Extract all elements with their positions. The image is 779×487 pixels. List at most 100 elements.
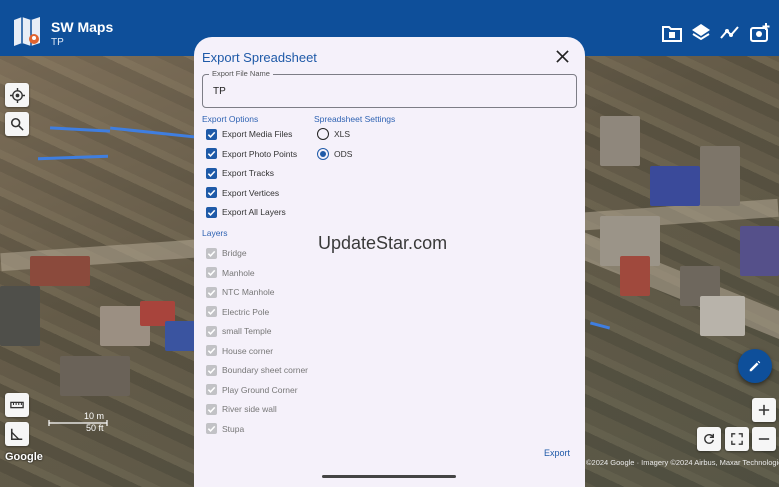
- format-radio-ods[interactable]: ODS: [317, 147, 352, 161]
- track-line: [37, 154, 109, 161]
- checkbox-disabled: [206, 403, 217, 415]
- gps-icon: [9, 87, 25, 103]
- checkbox[interactable]: [206, 206, 217, 218]
- map-building: [620, 256, 650, 296]
- app-subtitle: TP: [51, 37, 64, 48]
- option-label: Export Photo Points: [222, 148, 298, 159]
- close-button[interactable]: [552, 46, 572, 66]
- map-building: [700, 146, 740, 206]
- layer-checkbox: Manhole: [206, 266, 255, 280]
- option-label: Export Vertices: [222, 187, 280, 198]
- measure-distance-button[interactable]: [5, 393, 29, 417]
- checkbox-disabled: [206, 345, 217, 356]
- check-icon: [207, 170, 216, 177]
- layer-checkbox: Stupa: [206, 422, 244, 436]
- map-building: [600, 116, 640, 166]
- check-icon: [207, 386, 216, 393]
- checkbox-disabled: [206, 286, 217, 298]
- check-icon: [207, 425, 216, 432]
- check-icon: [207, 209, 216, 216]
- angle-icon: [10, 428, 23, 441]
- format-radio-xls[interactable]: XLS: [317, 127, 350, 141]
- layer-label: Stupa: [222, 423, 245, 434]
- checkbox-disabled: [206, 364, 217, 376]
- scale-imperial: 50 ft: [86, 423, 104, 433]
- close-icon: [555, 49, 569, 63]
- app-logo-icon: [12, 16, 42, 48]
- edit-fab[interactable]: [738, 349, 772, 383]
- layer-checkbox: Bridge: [206, 246, 247, 260]
- checkbox-disabled: [206, 384, 217, 395]
- watermark-text: UpdateStar.com: [318, 233, 448, 253]
- file-name-field[interactable]: Export File Name: [202, 69, 577, 108]
- layers-heading: Layers: [202, 228, 228, 238]
- export-button[interactable]: Export: [544, 448, 570, 458]
- check-icon: [207, 308, 216, 315]
- spreadsheet-settings-heading: Spreadsheet Settings: [314, 114, 396, 124]
- refresh-icon: [704, 433, 714, 444]
- layer-label: Bridge: [222, 248, 247, 258]
- check-icon: [207, 367, 216, 374]
- refresh-button[interactable]: [697, 427, 721, 451]
- map-building: [650, 166, 700, 206]
- radio-button[interactable]: [317, 128, 329, 140]
- format-label: ODS: [334, 148, 353, 159]
- checkbox-disabled: [206, 267, 217, 278]
- check-icon: [207, 131, 216, 138]
- layer-label: NTC Manhole: [222, 287, 275, 297]
- option-label: Export Tracks: [222, 168, 274, 178]
- radio-button[interactable]: [317, 147, 329, 160]
- export-option-checkbox[interactable]: Export All Layers: [206, 205, 286, 219]
- layer-label: Boundary sheet corner: [222, 365, 308, 375]
- fit-extent-button[interactable]: [725, 427, 749, 451]
- app-title: SW Maps: [51, 19, 114, 35]
- checkbox[interactable]: [206, 148, 217, 159]
- check-icon: [207, 189, 216, 196]
- measure-area-button[interactable]: [5, 422, 29, 446]
- track-line: [589, 321, 611, 330]
- export-option-checkbox[interactable]: Export Vertices: [206, 186, 279, 200]
- plus-icon: [758, 404, 770, 416]
- track-line: [49, 126, 111, 133]
- map-folder-icon[interactable]: [661, 22, 683, 44]
- search-icon: [10, 117, 24, 131]
- layer-label: River side wall: [222, 404, 277, 414]
- layers-icon[interactable]: [690, 22, 712, 44]
- layer-checkbox: River side wall: [206, 402, 277, 416]
- layer-checkbox: NTC Manhole: [206, 285, 274, 299]
- track-line: [110, 126, 195, 139]
- search-button[interactable]: [5, 112, 29, 136]
- check-icon: [207, 328, 216, 335]
- checkbox-disabled: [206, 325, 217, 337]
- checkbox-disabled: [206, 306, 217, 317]
- checkbox-disabled: [206, 247, 217, 259]
- layer-checkbox: Electric Pole: [206, 305, 269, 319]
- layer-label: Play Ground Corner: [222, 384, 298, 395]
- check-icon: [207, 150, 216, 157]
- ruler-icon: [10, 401, 24, 409]
- minus-icon: [758, 438, 770, 440]
- add-photo-icon[interactable]: [749, 22, 771, 44]
- checkbox[interactable]: [206, 167, 217, 179]
- map-building: [0, 286, 40, 346]
- checkbox[interactable]: [206, 187, 217, 198]
- export-option-checkbox[interactable]: Export Tracks: [206, 166, 274, 180]
- map-building: [700, 296, 745, 336]
- export-option-checkbox[interactable]: Export Media Files: [206, 127, 292, 141]
- option-label: Export Media Files: [222, 129, 293, 139]
- zoom-out-button[interactable]: [752, 427, 776, 451]
- google-logo: Google: [5, 451, 43, 463]
- checkbox[interactable]: [206, 128, 217, 140]
- fullscreen-icon: [731, 433, 743, 445]
- locate-button[interactable]: [5, 83, 29, 107]
- export-option-checkbox[interactable]: Export Photo Points: [206, 147, 297, 161]
- layer-checkbox: Boundary sheet corner: [206, 363, 308, 377]
- map-building: [740, 226, 779, 276]
- checkbox-disabled: [206, 423, 217, 434]
- gnss-icon[interactable]: [719, 22, 741, 44]
- check-icon: [207, 406, 216, 413]
- map-credits[interactable]: ©2024 Google · Imagery ©2024 Airbus, Max…: [586, 458, 779, 467]
- file-name-input[interactable]: [213, 86, 563, 97]
- zoom-in-button[interactable]: [752, 398, 776, 422]
- layer-checkbox: House corner: [206, 344, 273, 358]
